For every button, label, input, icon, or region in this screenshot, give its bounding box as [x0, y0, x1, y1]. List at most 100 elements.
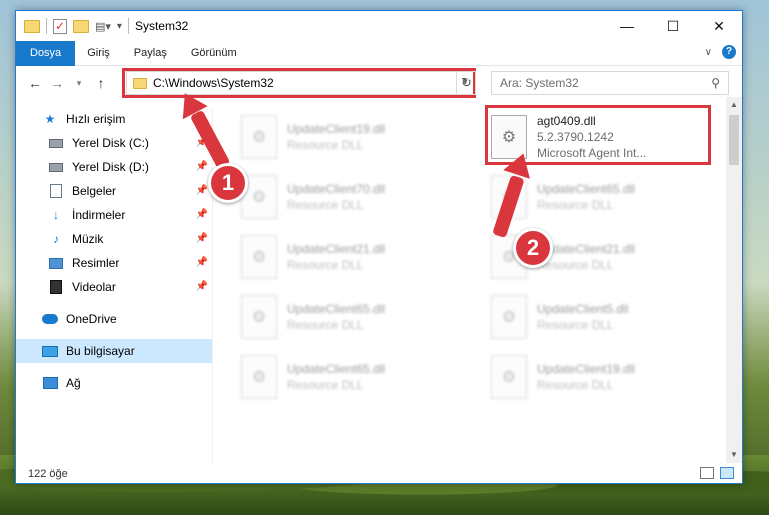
sidebar-item-local-disk-d[interactable]: Yerel Disk (D:) 📌	[16, 155, 212, 179]
sidebar-item-documents[interactable]: Belgeler 📌	[16, 179, 212, 203]
sidebar-item-music[interactable]: ♪ Müzik 📌	[16, 227, 212, 251]
tiles-view-icon[interactable]	[720, 467, 734, 479]
qat-dropdown-icon[interactable]: ▾	[117, 21, 122, 32]
file-item[interactable]: ⚙ UpdateClient70.dll Resource DLL	[241, 169, 471, 225]
help-icon[interactable]: ?	[722, 45, 736, 59]
file-description: Resource DLL	[287, 258, 364, 272]
file-item[interactable]: ⚙ UpdateClient65.dll Resource DLL	[241, 349, 471, 405]
downloads-icon: ↓	[53, 208, 59, 222]
file-item[interactable]: ⚙ UpdateClient19.dll Resource DLL	[491, 349, 721, 405]
sidebar-item-label: Bu bilgisayar	[66, 344, 135, 358]
gear-file-icon: ⚙	[491, 295, 527, 339]
file-description: Resource DLL	[537, 318, 614, 332]
file-name: UpdateClient5.dll	[537, 302, 629, 316]
sidebar-item-downloads[interactable]: ↓ İndirmeler 📌	[16, 203, 212, 227]
file-name: agt0409.dll	[537, 114, 596, 128]
music-icon: ♪	[53, 232, 59, 246]
file-item[interactable]: ⚙ UpdateClient19.dll Resource DLL	[241, 109, 471, 165]
view-switcher	[700, 467, 734, 479]
recent-locations-icon[interactable]: ▾	[68, 78, 90, 89]
file-version: 5.2.3790.1242	[537, 130, 614, 144]
properties-icon[interactable]: ✓	[53, 18, 67, 34]
videos-icon	[48, 280, 64, 294]
gear-file-icon: ⚙	[241, 235, 277, 279]
file-item[interactable]: ⚙ UpdateClient5.dll Resource DLL	[491, 289, 721, 345]
file-description: Resource DLL	[537, 258, 614, 272]
sidebar-item-label: Resimler	[72, 256, 120, 270]
sidebar-item-label: Yerel Disk (D:)	[72, 160, 149, 174]
tab-share[interactable]: Paylaş	[122, 41, 179, 66]
details-view-icon[interactable]	[700, 467, 714, 479]
file-description: Microsoft Agent Int...	[537, 146, 647, 160]
vertical-scrollbar[interactable]: ▲ ▼	[726, 97, 742, 463]
quick-access-toolbar: ✓ ▤▾ ▾	[16, 18, 129, 34]
file-description: Resource DLL	[287, 318, 364, 332]
refresh-icon[interactable]: ↻	[456, 71, 476, 95]
pin-icon[interactable]: 📌	[196, 185, 208, 196]
file-description: Resource DLL	[287, 378, 364, 392]
pin-icon[interactable]: 📌	[196, 161, 208, 172]
toolbar-divider	[127, 18, 129, 34]
scroll-down-icon[interactable]: ▼	[726, 447, 742, 463]
documents-icon	[48, 184, 64, 198]
pin-icon[interactable]: 📌	[196, 233, 208, 244]
up-arrow-icon[interactable]: ↑	[90, 75, 112, 91]
scroll-up-icon[interactable]: ▲	[726, 97, 742, 113]
file-description: Resource DLL	[537, 198, 614, 212]
sidebar-item-label: Belgeler	[72, 184, 117, 198]
scrollbar-thumb[interactable]	[729, 115, 739, 165]
file-name: UpdateClient19.dll	[537, 362, 636, 376]
cloud-icon	[42, 312, 58, 326]
callout-badge-2: 2	[513, 228, 553, 268]
sidebar-item-label: Yerel Disk (C:)	[72, 136, 149, 150]
sidebar-item-pictures[interactable]: Resimler 📌	[16, 251, 212, 275]
search-icon[interactable]: ⚲	[711, 76, 720, 90]
sidebar-item-label: Ağ	[66, 376, 81, 390]
search-placeholder: Ara: System32	[500, 76, 579, 90]
window-controls: — ☐ ✕	[604, 11, 742, 41]
pin-icon[interactable]: 📌	[196, 209, 208, 220]
file-item[interactable]: ⚙ UpdateClient65.dll Resource DLL	[241, 289, 471, 345]
expand-ribbon-icon[interactable]: ∨	[705, 47, 712, 58]
network-icon	[42, 376, 58, 390]
sidebar-item-label: Hızlı erişim	[66, 112, 126, 126]
file-description: Resource DLL	[287, 198, 364, 212]
tab-view[interactable]: Görünüm	[179, 41, 249, 66]
address-path[interactable]: C:\Windows\System32	[153, 76, 274, 90]
search-input[interactable]: Ara: System32 ⚲	[491, 71, 729, 95]
forward-arrow-icon[interactable]: →	[46, 75, 68, 91]
close-button[interactable]: ✕	[696, 11, 742, 41]
drive-icon	[48, 160, 64, 174]
file-item[interactable]: ⚙ UpdateClient21.dll Resource DLL	[241, 229, 471, 285]
address-bar[interactable]: C:\Windows\System32 ∨	[126, 71, 476, 95]
pin-icon[interactable]: 📌	[196, 281, 208, 292]
gear-file-icon: ⚙	[241, 295, 277, 339]
back-arrow-icon[interactable]: ←	[24, 75, 46, 91]
sidebar-item-this-pc[interactable]: Bu bilgisayar	[16, 339, 212, 363]
toolbar-divider	[46, 18, 47, 34]
customize-qat-icon[interactable]: ▤▾	[95, 20, 111, 33]
tab-file[interactable]: Dosya	[16, 40, 76, 66]
sidebar-item-network[interactable]: Ağ	[16, 371, 212, 395]
sidebar-item-label: İndirmeler	[72, 208, 126, 222]
sidebar-item-videos[interactable]: Videolar 📌	[16, 275, 212, 299]
maximize-button[interactable]: ☐	[650, 11, 696, 41]
status-bar: 122 öğe	[16, 463, 742, 483]
star-icon: ★	[44, 112, 56, 126]
file-name: UpdateClient65.dll	[287, 362, 386, 376]
file-name: UpdateClient65.dll	[287, 302, 386, 316]
pin-icon[interactable]: 📌	[196, 257, 208, 268]
window-title: System32	[134, 19, 189, 33]
gear-file-icon: ⚙	[241, 355, 277, 399]
file-name: UpdateClient65.dll	[537, 182, 636, 196]
file-name: UpdateClient21.dll	[287, 242, 386, 256]
file-description: Resource DLL	[537, 378, 614, 392]
sidebar-item-local-disk-c[interactable]: Yerel Disk (C:) 📌	[16, 131, 212, 155]
gear-file-icon: ⚙	[241, 115, 277, 159]
tab-home[interactable]: Giriş	[75, 41, 122, 66]
minimize-button[interactable]: —	[604, 11, 650, 41]
computer-icon	[42, 344, 58, 358]
folder-icon[interactable]	[24, 19, 40, 33]
sidebar-item-onedrive[interactable]: OneDrive	[16, 307, 212, 331]
new-folder-icon[interactable]	[73, 19, 89, 33]
